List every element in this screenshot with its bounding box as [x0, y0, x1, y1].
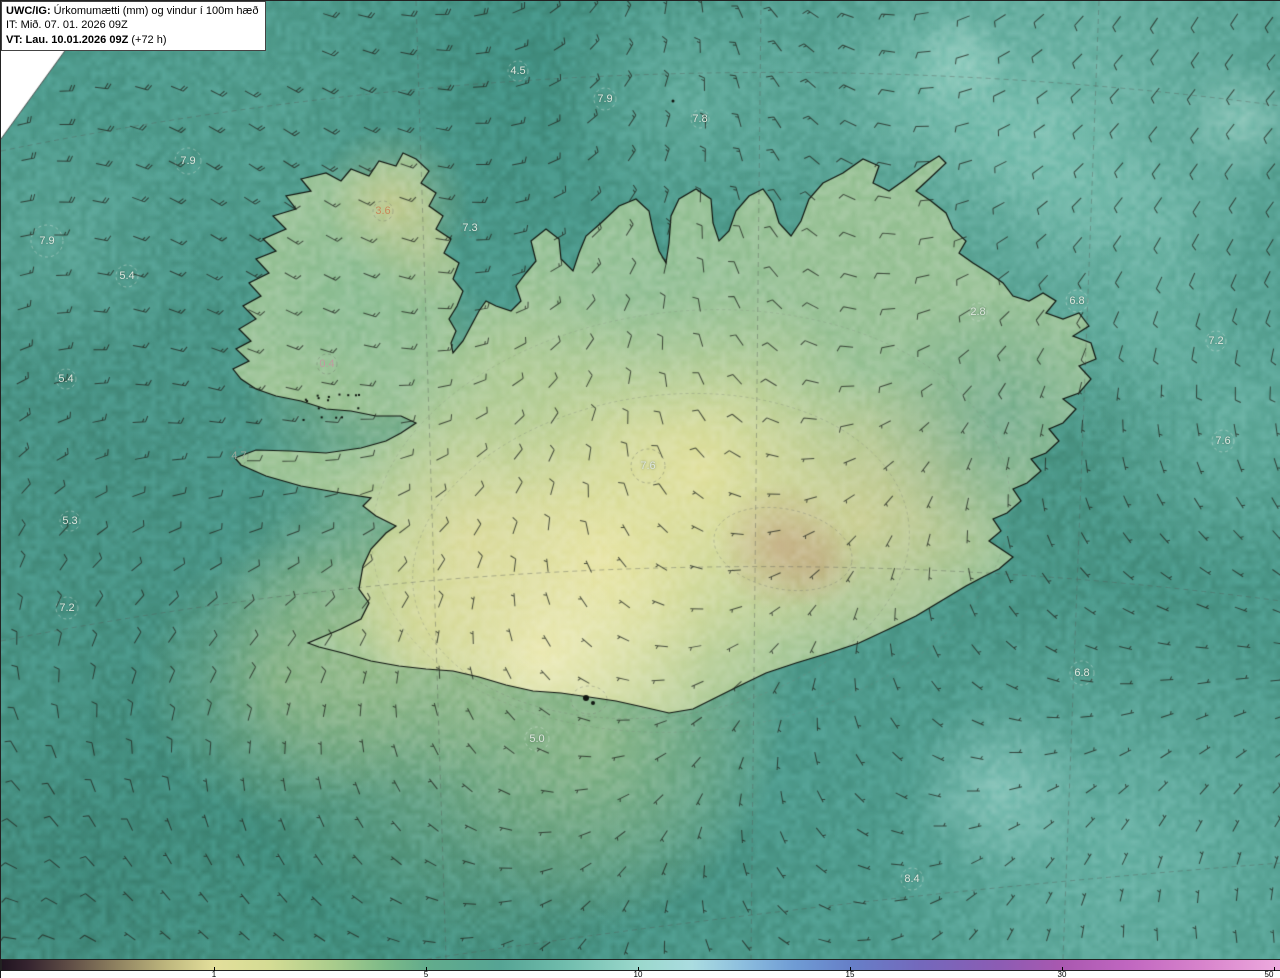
map-canvas — [1, 1, 1280, 959]
init-time-value: Mið. 07. 01. 2026 09Z — [17, 19, 128, 32]
colorbar-tick-label: 15 — [845, 970, 855, 978]
valid-time-bold: VT: Lau. 10.01.2026 09Z — [6, 34, 128, 46]
colorbar-tickmark — [1274, 967, 1275, 971]
colorbar-tick-label: 50 — [1264, 970, 1274, 978]
colorbar-legend: 1 5 10 15 30 50 — [1, 959, 1280, 978]
valid-time-label: VT: — [6, 33, 23, 46]
valid-time-offset: (+72 h) — [128, 33, 167, 46]
colorbar-tick-label: 30 — [1057, 970, 1067, 978]
colorbar-tick-label: 1 — [211, 970, 217, 978]
colorbar-tick-label: 10 — [633, 970, 643, 978]
valid-time-value: Lau. 10.01.2026 09Z — [22, 33, 129, 46]
info-line-init-time: IT: Mið. 07. 01. 2026 09Z — [6, 18, 258, 32]
forecast-info-box: UWC/IG: Úrkomumætti (mm) og vindur í 100… — [1, 1, 267, 51]
map-title: Úrkomumætti (mm) og vindur í 100m hæð — [50, 5, 259, 17]
info-line-valid-time: VT: Lau. 10.01.2026 09Z (+72 h) — [6, 33, 258, 47]
init-time-label: IT: — [6, 19, 18, 32]
info-line-title: UWC/IG: Úrkomumætti (mm) og vindur í 100… — [6, 4, 258, 18]
colorbar-tick-label: 5 — [423, 970, 429, 978]
weather-map: 4.5 7.9 7.8 7.9 3.6 7.3 7.9 5.4 6.8 2.8 7.2 0.4 5.4 7… — [0, 0, 1280, 978]
model-label: UWC/IG: — [6, 5, 51, 17]
